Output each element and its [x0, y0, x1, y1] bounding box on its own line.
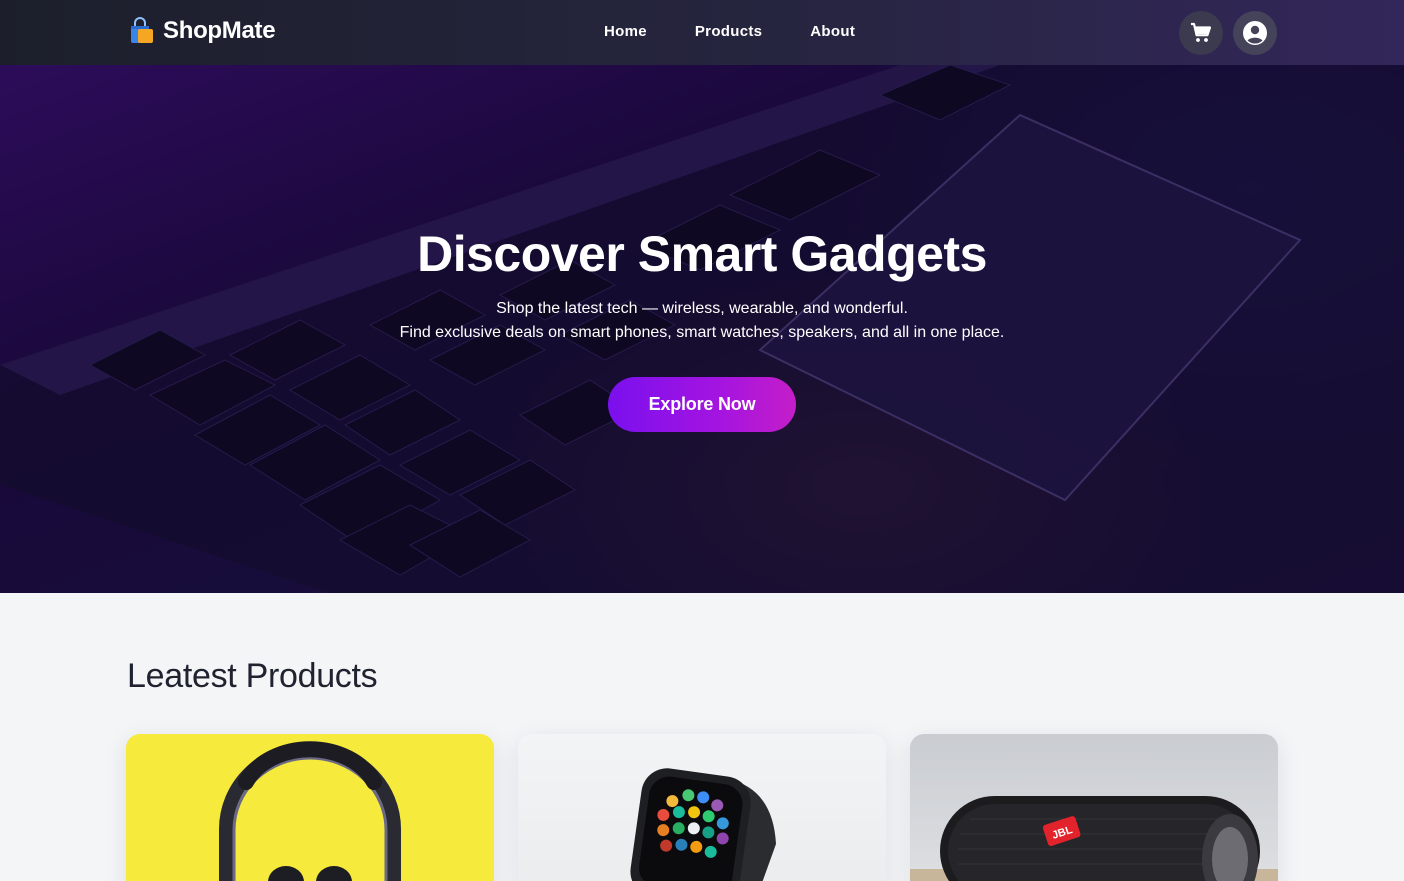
brand-logo[interactable]: ShopMate: [128, 17, 276, 45]
account-button[interactable]: [1233, 11, 1277, 55]
product-card-headphones[interactable]: [126, 734, 494, 881]
hero-subtitle-line2: Find exclusive deals on smart phones, sm…: [399, 324, 1005, 341]
headphones-image: [219, 741, 401, 881]
brand-name: ShopMate: [163, 17, 276, 44]
section-title-latest-products: Leatest Products: [127, 657, 378, 695]
nav-link-about[interactable]: About: [810, 23, 855, 40]
product-card-smartwatch[interactable]: [518, 734, 886, 881]
shopping-bag-icon: [131, 17, 153, 43]
nav-link-home[interactable]: Home: [604, 23, 647, 40]
hero-subtitle-line1: Shop the latest tech — wireless, wearabl…: [496, 300, 908, 317]
navbar: ShopMate Home Products About: [0, 0, 1404, 65]
main-nav: Home Products About: [604, 23, 855, 40]
cart-icon: [1191, 22, 1212, 42]
user-circle-icon: [1243, 21, 1267, 45]
nav-link-products[interactable]: Products: [695, 23, 762, 40]
hero-banner: Discover Smart Gadgets Shop the latest t…: [0, 65, 1404, 593]
explore-now-button[interactable]: Explore Now: [608, 377, 796, 432]
cart-button[interactable]: [1179, 11, 1223, 55]
speaker-image: JBL: [910, 796, 1278, 881]
hero-title: Discover Smart Gadgets: [417, 226, 987, 282]
product-card-speaker[interactable]: JBL: [910, 734, 1278, 881]
smartwatch-image: [630, 768, 776, 881]
